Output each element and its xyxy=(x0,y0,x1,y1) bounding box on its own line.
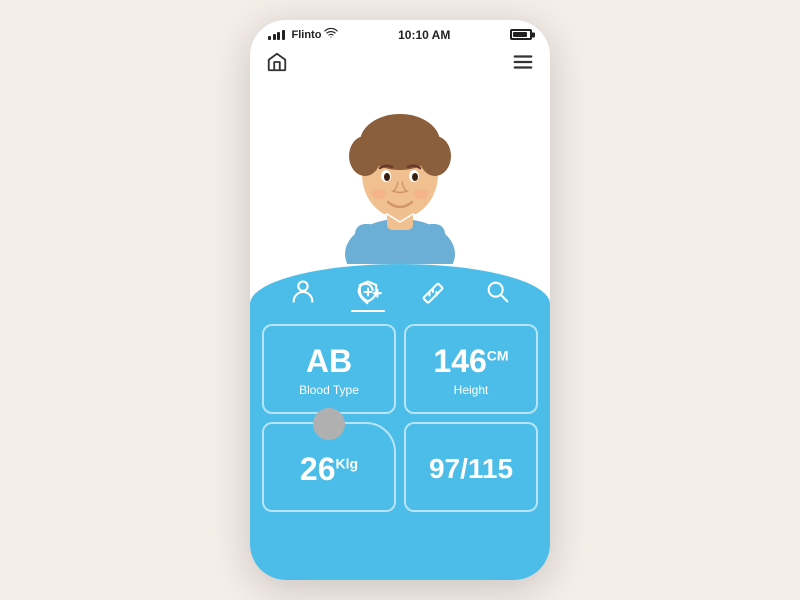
menu-button[interactable] xyxy=(512,51,534,78)
weight-value: 26Klg xyxy=(300,453,358,485)
person-illustration xyxy=(335,94,465,264)
status-right xyxy=(510,29,532,40)
height-card[interactable]: 146CM Height xyxy=(404,324,538,414)
height-value: 146CM xyxy=(433,345,508,377)
signal-bars xyxy=(268,30,285,40)
signal-bar-4 xyxy=(282,30,285,40)
photo-area xyxy=(250,84,550,264)
status-bar: Flinto 10:10 AM xyxy=(250,20,550,47)
carrier-label: Flinto xyxy=(292,29,322,41)
health-nav-icon[interactable] xyxy=(354,278,382,306)
home-button[interactable] xyxy=(266,51,288,78)
phone-frame: Flinto 10:10 AM xyxy=(250,20,550,580)
height-label: Height xyxy=(454,383,489,397)
search-nav-icon[interactable] xyxy=(484,278,512,306)
icons-row xyxy=(250,264,550,316)
signal-bar-1 xyxy=(268,36,271,40)
time-display: 10:10 AM xyxy=(398,28,450,42)
person-nav-icon[interactable] xyxy=(289,278,317,306)
blood-type-label: Blood Type xyxy=(299,383,359,397)
blood-type-card[interactable]: AB Blood Type xyxy=(262,324,396,414)
weight-card[interactable]: 26Klg xyxy=(262,422,396,512)
battery-icon xyxy=(510,29,532,40)
signal-bar-3 xyxy=(277,32,280,40)
person-photo xyxy=(320,84,480,264)
blood-type-value: AB xyxy=(306,345,352,377)
scroll-handle[interactable] xyxy=(313,408,345,440)
signal-bar-2 xyxy=(273,34,276,40)
bp-card[interactable]: 97/115 xyxy=(404,422,538,512)
battery-fill xyxy=(513,32,527,37)
top-nav xyxy=(250,47,550,84)
status-left: Flinto xyxy=(268,26,338,43)
blue-section: AB Blood Type 146CM Height 26Klg 97/ xyxy=(250,264,550,580)
bp-value: 97/115 xyxy=(429,455,513,483)
wifi-icon xyxy=(324,26,338,43)
measure-nav-icon[interactable] xyxy=(419,278,447,306)
stats-grid: AB Blood Type 146CM Height 26Klg 97/ xyxy=(250,316,550,520)
